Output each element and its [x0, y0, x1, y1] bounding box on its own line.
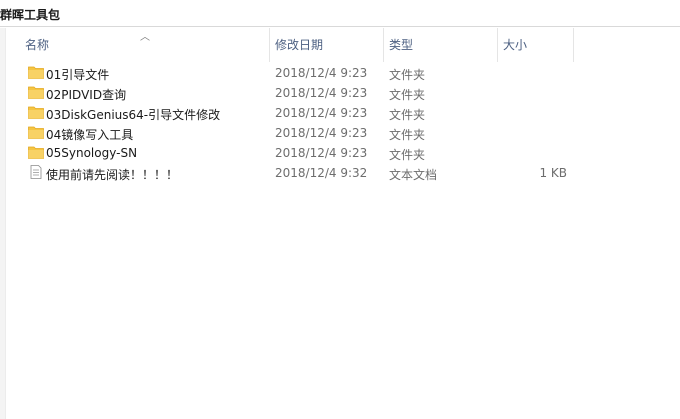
- column-header-size[interactable]: 大小: [503, 28, 573, 62]
- file-date: 2018/12/4 9:32: [275, 166, 368, 180]
- breadcrumb-current-folder[interactable]: 群晖工具包: [0, 6, 60, 23]
- file-date: 2018/12/4 9:23: [275, 126, 368, 140]
- file-type: 文件夹: [389, 88, 426, 102]
- file-name[interactable]: 02PIDVID查询: [46, 86, 126, 103]
- file-name[interactable]: 使用前请先阅读！！！！: [46, 166, 178, 183]
- folder-icon: [28, 86, 44, 99]
- file-row[interactable]: 04镜像写入工具 2018/12/4 9:23 文件夹: [6, 123, 680, 143]
- file-row[interactable]: 05Synology-SN 2018/12/4 9:23 文件夹: [6, 143, 680, 163]
- column-header-name[interactable]: 名称: [25, 28, 269, 62]
- file-name[interactable]: 03DiskGenius64-引导文件修改: [46, 106, 220, 123]
- column-header: ︿ 名称 修改日期 类型 大小: [6, 28, 680, 62]
- file-type: 文件夹: [389, 148, 426, 162]
- file-type: 文件夹: [389, 68, 426, 82]
- file-name[interactable]: 04镜像写入工具: [46, 126, 133, 143]
- text-document-icon: [30, 165, 42, 179]
- file-list: 01引导文件 2018/12/4 9:23 文件夹 02PIDVID查询 201…: [6, 63, 680, 183]
- file-size: 1 KB: [539, 166, 567, 180]
- file-type: 文件夹: [389, 128, 426, 142]
- file-date: 2018/12/4 9:23: [275, 146, 368, 160]
- file-row[interactable]: 03DiskGenius64-引导文件修改 2018/12/4 9:23 文件夹: [6, 103, 680, 123]
- file-date: 2018/12/4 9:23: [275, 66, 368, 80]
- file-row[interactable]: 02PIDVID查询 2018/12/4 9:23 文件夹: [6, 83, 680, 103]
- file-type: 文件夹: [389, 108, 426, 122]
- file-name[interactable]: 01引导文件: [46, 66, 109, 83]
- column-divider[interactable]: [383, 28, 384, 62]
- folder-icon: [28, 146, 44, 159]
- column-divider[interactable]: [269, 28, 270, 62]
- file-row[interactable]: 使用前请先阅读！！！！ 2018/12/4 9:32 文本文档 1 KB: [6, 163, 680, 183]
- breadcrumb[interactable]: 群晖工具包: [0, 0, 680, 27]
- folder-icon: [28, 126, 44, 139]
- column-header-type[interactable]: 类型: [389, 28, 497, 62]
- file-name[interactable]: 05Synology-SN: [46, 146, 137, 160]
- folder-icon: [28, 66, 44, 79]
- folder-icon: [28, 106, 44, 119]
- file-row[interactable]: 01引导文件 2018/12/4 9:23 文件夹: [6, 63, 680, 83]
- column-header-date-modified[interactable]: 修改日期: [275, 28, 383, 62]
- column-divider[interactable]: [573, 28, 574, 62]
- file-date: 2018/12/4 9:23: [275, 106, 368, 120]
- file-date: 2018/12/4 9:23: [275, 86, 368, 100]
- file-type: 文本文档: [389, 168, 438, 182]
- column-divider[interactable]: [497, 28, 498, 62]
